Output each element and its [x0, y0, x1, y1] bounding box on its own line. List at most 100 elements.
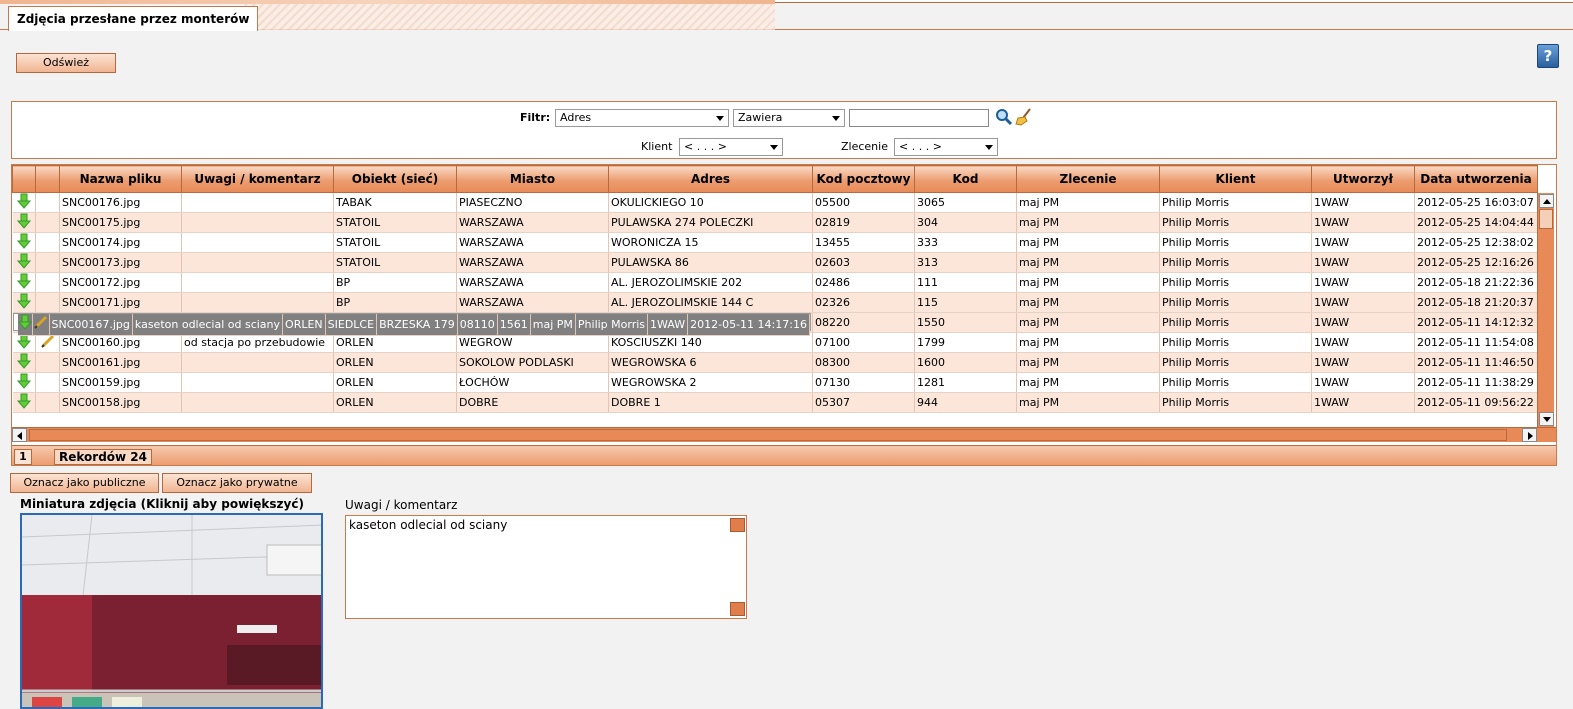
edit-cell[interactable]	[35, 292, 60, 313]
download-arrow-icon[interactable]	[16, 273, 31, 289]
comment-text: kaseton odlecial od sciany	[349, 518, 508, 532]
search-icon[interactable]	[995, 108, 1013, 126]
download-cell[interactable]	[12, 392, 36, 413]
cell-adres: WEGROWSKA 2	[608, 372, 813, 393]
table-row[interactable]: SNC00167.jpg kaseton odlecial od sciany OR…	[12, 313, 811, 336]
download-arrow-icon[interactable]	[17, 314, 32, 330]
order-select[interactable]: < . . . >	[894, 138, 998, 156]
mark-public-button[interactable]: Oznacz jako publiczne	[10, 473, 159, 493]
cell-klient: Philip Morris	[1159, 212, 1312, 233]
mark-private-button[interactable]: Oznacz jako prywatne	[162, 473, 312, 493]
download-cell[interactable]	[12, 272, 36, 293]
scroll-up-icon[interactable]	[1539, 194, 1554, 208]
table-row[interactable]: SNC00161.jpg ORLEN SOKOLOW PODLASKI WEGROWS…	[12, 352, 1538, 373]
edit-cell[interactable]	[35, 192, 60, 213]
table-row[interactable]: SNC00171.jpg BP WARSZAWA AL. JEROZOLIMSKIE …	[12, 292, 1538, 313]
edit-cell[interactable]	[35, 232, 60, 253]
refresh-button[interactable]: Odśwież	[16, 53, 116, 73]
edit-cell[interactable]	[35, 372, 60, 393]
filter-operator-select[interactable]: Zawiera	[733, 109, 845, 127]
download-cell[interactable]	[12, 192, 36, 213]
client-select[interactable]: < . . . >	[679, 138, 783, 156]
column-header-7[interactable]: Kod pocztowy	[812, 165, 915, 193]
edit-cell[interactable]	[35, 392, 60, 413]
cell-kod-pocztowy: 05500	[812, 192, 915, 213]
cell-miasto: ŁOCHÓW	[456, 372, 609, 393]
column-header-8[interactable]: Kod	[914, 165, 1017, 193]
column-header-6[interactable]: Adres	[608, 165, 813, 193]
cell-uwagi-komentarz: kaseton odlecial od sciany	[132, 314, 284, 336]
edit-cell[interactable]	[35, 252, 60, 273]
download-cell[interactable]	[12, 252, 36, 273]
page-button-1[interactable]: 1	[14, 449, 32, 465]
photo-thumbnail[interactable]	[20, 513, 323, 709]
download-cell[interactable]	[12, 212, 36, 233]
column-header-3[interactable]: Uwagi / komentarz	[181, 165, 334, 193]
cell-adres: PULAWSKA 274 POLECZKI	[608, 212, 813, 233]
column-header-0[interactable]	[12, 165, 36, 193]
pencil-icon[interactable]	[33, 314, 49, 330]
column-header-10[interactable]: Klient	[1159, 165, 1312, 193]
column-header-11[interactable]: Utworzył	[1311, 165, 1415, 193]
scroll-track[interactable]	[29, 429, 1507, 441]
edit-cell[interactable]	[35, 272, 60, 293]
table-row[interactable]: SNC00158.jpg ORLEN DOBRE DOBRE 1 05307 944 maj…	[12, 392, 1538, 413]
grid-horizontal-scrollbar[interactable]	[12, 427, 1556, 442]
cell-data-utworzenia: 2012-05-25 12:16:26	[1414, 252, 1538, 273]
cell-miasto: WARSZAWA	[456, 252, 609, 273]
cell-utworzy-: 1WAW	[1311, 392, 1415, 413]
download-cell[interactable]	[12, 352, 36, 373]
scroll-up-icon[interactable]	[730, 518, 745, 532]
filter-text-input[interactable]	[849, 109, 989, 127]
table-row[interactable]: SNC00174.jpg STATOIL WARSZAWA WORONICZA 15 1…	[12, 232, 1538, 253]
cell-nazwa-pliku: SNC00174.jpg	[59, 232, 182, 253]
download-arrow-icon[interactable]	[16, 373, 31, 389]
table-row[interactable]: SNC00175.jpg STATOIL WARSZAWA PULAWSKA 274 …	[12, 212, 1538, 233]
tab-bar-line	[775, 0, 1573, 3]
column-header-12[interactable]: Data utworzenia	[1414, 165, 1538, 193]
edit-cell[interactable]	[32, 314, 50, 336]
table-row[interactable]: SNC00159.jpg ORLEN ŁOCHÓW WEGROWSKA 2 07130 1…	[12, 372, 1538, 393]
tab-photos[interactable]: Zdjęcia przesłane przez monterów	[8, 6, 259, 31]
column-header-5[interactable]: Miasto	[456, 165, 609, 193]
grid-vertical-scrollbar[interactable]	[1537, 193, 1554, 427]
download-cell[interactable]	[12, 372, 36, 393]
scroll-right-icon[interactable]	[1522, 428, 1537, 442]
table-row[interactable]: SNC00173.jpg STATOIL WARSZAWA PULAWSKA 86 02…	[12, 252, 1538, 273]
cell-obiekt-sie-: STATOIL	[333, 232, 457, 253]
table-row[interactable]: SNC00172.jpg BP WARSZAWA AL. JEROZOLIMSKIE …	[12, 272, 1538, 293]
scroll-thumb[interactable]	[1539, 209, 1553, 229]
cell-uwagi-komentarz	[181, 352, 334, 373]
cell-klient: Philip Morris	[1159, 272, 1312, 293]
download-arrow-icon[interactable]	[16, 213, 31, 229]
clear-filter-icon[interactable]	[1015, 108, 1033, 126]
download-cell[interactable]	[12, 232, 36, 253]
table-row[interactable]: SNC00176.jpg TABAK PIASECZNO OKULICKIEGO 10…	[12, 192, 1538, 213]
download-arrow-icon[interactable]	[16, 253, 31, 269]
download-arrow-icon[interactable]	[16, 193, 31, 209]
download-cell[interactable]	[17, 314, 33, 336]
scroll-down-icon[interactable]	[1539, 412, 1554, 426]
column-header-1[interactable]	[35, 165, 60, 193]
cell-obiekt-sie-: ORLEN	[333, 352, 457, 373]
scroll-down-icon[interactable]	[730, 602, 745, 616]
download-arrow-icon[interactable]	[16, 233, 31, 249]
download-cell[interactable]	[12, 292, 36, 313]
thumbnail-caption: Miniatura zdjęcia (Kliknij aby powiększy…	[20, 497, 304, 511]
comment-textarea[interactable]: kaseton odlecial od sciany	[345, 515, 747, 619]
scroll-left-icon[interactable]	[12, 428, 27, 442]
help-icon[interactable]: ?	[1537, 44, 1559, 68]
edit-cell[interactable]	[35, 352, 60, 373]
download-arrow-icon[interactable]	[16, 293, 31, 309]
column-header-9[interactable]: Zlecenie	[1016, 165, 1160, 193]
download-arrow-icon[interactable]	[16, 353, 31, 369]
download-arrow-icon[interactable]	[16, 393, 31, 409]
edit-cell[interactable]	[35, 212, 60, 233]
column-header-2[interactable]: Nazwa pliku	[59, 165, 182, 193]
cell-nazwa-pliku: SNC00176.jpg	[59, 192, 182, 213]
cell-adres: AL. JEROZOLIMSKIE 144 C	[608, 292, 813, 313]
table-header-row: Nazwa pliku Uwagi / komentarz Obiekt (sieć…	[12, 165, 1538, 193]
cell-kod: 1281	[914, 372, 1017, 393]
filter-field-select[interactable]: Adres	[555, 109, 729, 127]
column-header-4[interactable]: Obiekt (sieć)	[333, 165, 457, 193]
